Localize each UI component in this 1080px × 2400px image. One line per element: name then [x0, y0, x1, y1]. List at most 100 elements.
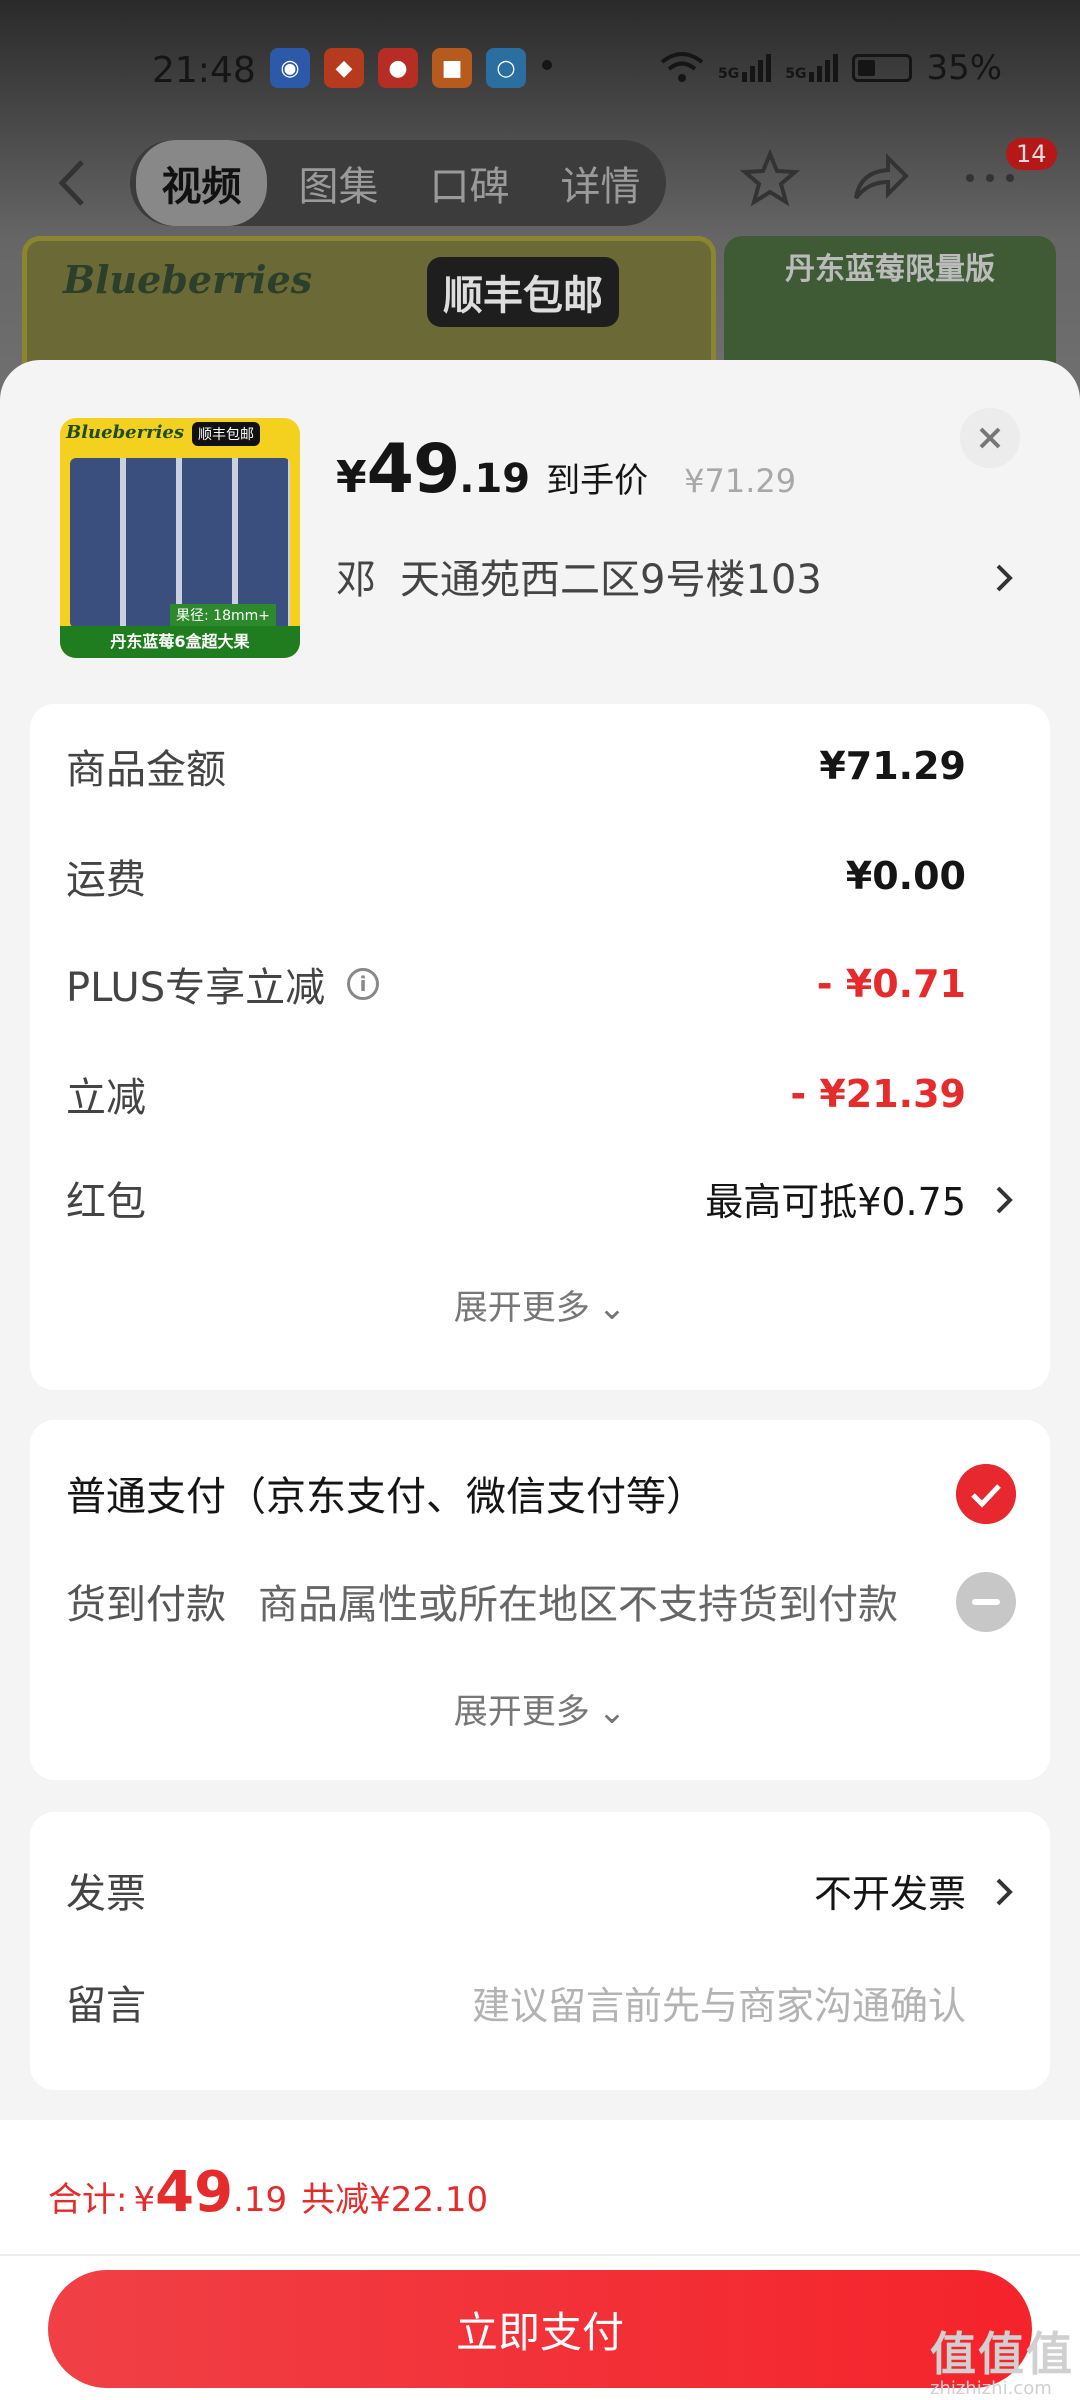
favorite-star-icon[interactable]	[740, 148, 800, 208]
summary-label: 红包	[66, 1179, 146, 1225]
watermark-logo: 值值值	[930, 2327, 1074, 2381]
summary-value: ¥0.00	[845, 854, 966, 898]
summary-row-discount: 立减 - ¥21.39	[66, 1064, 966, 1124]
nav-actions	[740, 148, 1020, 208]
total-saved: 共减¥22.10	[301, 2180, 489, 2220]
payment-method-card: 普通支付（京东支付、微信支付等） 货到付款 商品属性或所在地区不支持货到付款 展…	[30, 1420, 1050, 1780]
invoice-note-card: 发票 不开发票 留言 建议留言前先与商家沟通确认	[30, 1812, 1050, 2090]
tab-reviews[interactable]: 口碑	[404, 154, 535, 212]
address-text: 天通苑西二区9号楼103	[400, 557, 822, 603]
summary-value: ¥71.29	[819, 744, 966, 788]
expand-more-label: 展开更多	[453, 1288, 590, 1328]
summary-label: PLUS专享立减 i	[66, 955, 380, 1013]
baidu-app-icon: ◉	[270, 48, 310, 88]
price-tag: 到手价	[546, 461, 649, 501]
summary-label: 运费	[66, 857, 146, 903]
checked-radio-icon[interactable]	[956, 1464, 1016, 1524]
total-decimal: .19	[233, 2180, 288, 2220]
product-tabs: 视频 图集 口碑 详情	[130, 140, 666, 226]
total-label: 合计:	[48, 2180, 128, 2220]
shipping-address[interactable]: 邓 天通苑西二区9号楼103	[336, 546, 1016, 606]
final-price: ¥ 49 .19 到手价 ¥71.29	[336, 430, 796, 509]
battery-icon	[852, 54, 913, 82]
summary-label: 商品金额	[66, 747, 226, 793]
background-page: 21:48 ◉ ◆ ● ■ ○ 5G 5G 35% 视频 图集 口碑 详情 14…	[0, 0, 1080, 406]
back-arrow-icon[interactable]	[52, 158, 92, 208]
signal-5g-icon-2: 5G	[785, 54, 839, 82]
status-time: 21:48	[152, 50, 256, 91]
summary-row-shipping: 运费 ¥0.00	[66, 846, 966, 906]
expand-more-button[interactable]: 展开更多 ⌄	[30, 1684, 1050, 1733]
note-input[interactable]: 建议留言前先与商家沟通确认	[472, 1975, 966, 2030]
summary-value: - ¥21.39	[790, 1072, 966, 1116]
banner-secondary-title: 丹东蓝莓限量版	[785, 252, 995, 287]
chevron-down-icon: ⌄	[597, 1288, 627, 1328]
chevron-right-icon	[996, 1878, 1013, 1906]
blueberry-boxes-image	[70, 458, 290, 628]
summary-value: - ¥0.71	[816, 962, 966, 1006]
expand-more-label: 展开更多	[453, 1692, 590, 1732]
summary-value: 最高可抵¥0.75	[705, 1179, 966, 1224]
tab-gallery[interactable]: 图集	[273, 154, 404, 212]
total-integer: 49	[155, 2160, 234, 2225]
watermark-url: zhizhizhi.com	[930, 2378, 1052, 2399]
disabled-radio-icon	[956, 1572, 1016, 1632]
total-symbol: ¥	[133, 2180, 156, 2220]
recipient-name: 邓	[336, 557, 376, 603]
taobao-app-icon: ■	[432, 48, 472, 88]
payment-cod-label: 货到付款	[66, 1582, 226, 1628]
price-symbol: ¥	[336, 452, 367, 503]
expand-more-button[interactable]: 展开更多 ⌄	[30, 1280, 1050, 1329]
invoice-value: 不开发票	[813, 1871, 966, 1916]
plus-discount-label: PLUS专享立减	[66, 965, 326, 1011]
jd-app-icon: ●	[378, 48, 418, 88]
payment-cod-note: 商品属性或所在地区不支持货到付款	[258, 1582, 898, 1628]
product-top-nav: 视频 图集 口碑 详情 14	[0, 138, 1080, 228]
chevron-right-icon	[996, 1186, 1013, 1214]
summary-label: 立减	[66, 1075, 146, 1121]
price-integer: 49	[366, 430, 461, 509]
payment-option-normal[interactable]: 普通支付（京东支付、微信支付等）	[66, 1458, 1016, 1528]
summary-row-plus-discount: PLUS专享立减 i - ¥0.71	[66, 954, 966, 1014]
summary-row-subtotal: 商品金额 ¥71.29	[66, 736, 966, 796]
close-icon[interactable]	[960, 408, 1020, 468]
status-bar: 21:48 ◉ ◆ ● ■ ○ 5G 5G 35%	[0, 40, 1080, 104]
battery-percent: 35%	[926, 48, 1003, 88]
payment-normal-label: 普通支付（京东支付、微信支付等）	[66, 1474, 706, 1520]
original-price: ¥71.29	[684, 462, 797, 500]
tab-details[interactable]: 详情	[535, 154, 666, 212]
chevron-right-icon	[996, 564, 1013, 592]
thumb-brand: Blueberries	[66, 422, 185, 443]
share-icon[interactable]	[850, 148, 910, 208]
summary-row-red-packet[interactable]: 红包 最高可抵¥0.75	[66, 1168, 1013, 1228]
checkout-bottom-bar: 合计: ¥ 49 .19 共减¥22.10 立即支付	[0, 2120, 1080, 2400]
thumb-label: 丹东蓝莓6盒超大果	[60, 626, 300, 658]
pay-now-button[interactable]: 立即支付	[48, 2270, 1032, 2388]
chevron-down-icon: ⌄	[597, 1692, 627, 1732]
more-notifications-dot	[542, 60, 552, 70]
wifi-icon	[660, 52, 704, 82]
thumb-spec: 果径: 18mm+	[170, 604, 276, 626]
divider	[0, 2254, 1080, 2256]
banner-shipping-badge: 顺丰包邮	[427, 257, 619, 327]
price-summary-card: 商品金额 ¥71.29 运费 ¥0.00 PLUS专享立减 i - ¥0.71 …	[30, 704, 1050, 1390]
reading-app-icon: ◆	[324, 48, 364, 88]
signal-5g-icon: 5G	[718, 54, 772, 82]
note-row[interactable]: 留言 建议留言前先与商家沟通确认	[66, 1972, 966, 2032]
order-total: 合计: ¥ 49 .19 共减¥22.10	[48, 2160, 488, 2225]
invoice-label: 发票	[66, 1871, 146, 1917]
tab-video[interactable]: 视频	[136, 140, 267, 226]
message-count-badge: 14	[1006, 138, 1057, 170]
checkout-sheet: Blueberries 顺丰包邮 果径: 18mm+ 丹东蓝莓6盒超大果 ¥ 4…	[0, 360, 1080, 2400]
product-thumbnail: Blueberries 顺丰包邮 果径: 18mm+ 丹东蓝莓6盒超大果	[60, 418, 300, 658]
price-decimal: .19	[459, 456, 531, 502]
invoice-row[interactable]: 发票 不开发票	[66, 1860, 1013, 1920]
banner-brand: Blueberries	[63, 257, 313, 302]
info-icon[interactable]: i	[347, 968, 380, 1000]
payment-option-cod: 货到付款 商品属性或所在地区不支持货到付款	[66, 1566, 1016, 1636]
search-app-icon: ○	[486, 48, 526, 88]
status-notification-icons: ◉ ◆ ● ■ ○	[270, 48, 526, 88]
note-label: 留言	[66, 1983, 146, 2029]
status-system-icons: 5G 5G 35%	[660, 48, 1002, 88]
thumb-shipping-badge: 顺丰包邮	[192, 422, 260, 446]
